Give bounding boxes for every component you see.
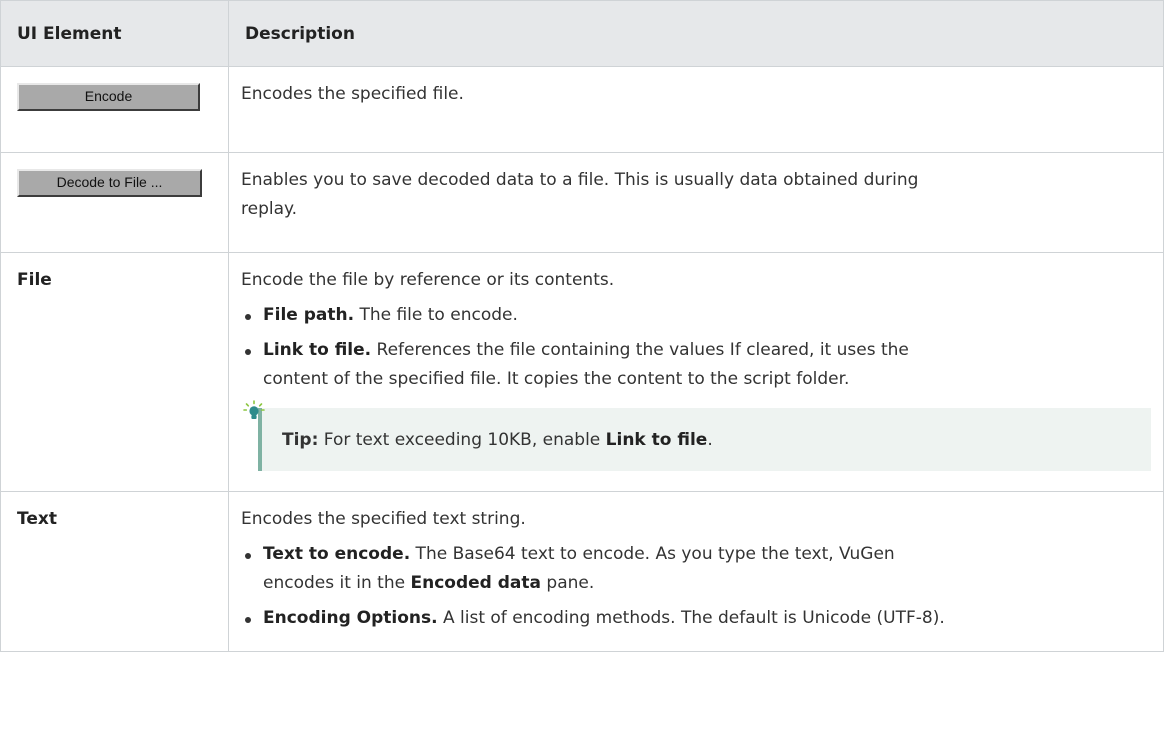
option-list: File path. The file to encode. Link to f…	[241, 301, 1151, 394]
element-label-text: Text	[0, 491, 229, 652]
tip-box: Tip: For text exceeding 10KB, enable Lin…	[258, 408, 1151, 471]
ui-element-table: UI Element Description Encode Encodes th…	[0, 0, 1164, 652]
description-cell: Encodes the specified text string. Text …	[228, 491, 1164, 652]
table-header-row: UI Element Description	[0, 0, 1164, 67]
table-row-file: File Encode the file by reference or its…	[0, 252, 1164, 492]
list-item-encoding-options: Encoding Options. A list of encoding met…	[241, 604, 1151, 633]
list-item-file-path: File path. The file to encode.	[241, 301, 1151, 330]
term: Link to file.	[263, 340, 372, 360]
list-item-link-to-file: Link to file. References the file contai…	[241, 336, 1151, 394]
tip-emphasis: Link to file	[605, 430, 708, 450]
header-ui-element: UI Element	[0, 0, 229, 67]
term: Encoding Options.	[263, 608, 438, 628]
term-desc-cont: content of the specified file. It copies…	[263, 369, 850, 389]
description-text-line2: replay.	[241, 199, 298, 219]
description-text-line1: Enables you to save decoded data to a fi…	[241, 170, 919, 190]
lightbulb-icon	[243, 400, 265, 422]
table-row-decode: Decode to File ... Enables you to save d…	[0, 152, 1164, 253]
option-list: Text to encode. The Base64 text to encod…	[241, 540, 1151, 633]
description-text: Encodes the specified file.	[241, 84, 464, 104]
tip-text: For text exceeding 10KB, enable	[318, 430, 606, 450]
tip-note: Tip: For text exceeding 10KB, enable Lin…	[241, 400, 1151, 471]
tip-end: .	[707, 430, 713, 450]
description-cell: Encode the file by reference or its cont…	[228, 252, 1164, 492]
term-desc: The file to encode.	[354, 305, 518, 325]
list-item-text-to-encode: Text to encode. The Base64 text to encod…	[241, 540, 1151, 598]
description-intro: Encodes the specified text string.	[241, 509, 526, 529]
term-desc-cont: encodes it in the	[263, 573, 411, 593]
term-emphasis: Encoded data	[410, 573, 542, 593]
description-cell: Enables you to save decoded data to a fi…	[228, 152, 1164, 253]
element-cell: Encode	[0, 66, 229, 153]
term-desc: References the file containing the value…	[371, 340, 909, 360]
term: File path.	[263, 305, 355, 325]
term: Text to encode.	[263, 544, 411, 564]
term-desc-end: pane.	[541, 573, 595, 593]
tip-label: Tip:	[282, 430, 319, 450]
decode-to-file-button[interactable]: Decode to File ...	[17, 169, 202, 197]
term-desc: The Base64 text to encode. As you type t…	[410, 544, 895, 564]
description-cell: Encodes the specified file.	[228, 66, 1164, 153]
element-cell: Decode to File ...	[0, 152, 229, 253]
description-intro: Encode the file by reference or its cont…	[241, 270, 615, 290]
table-row-text: Text Encodes the specified text string. …	[0, 491, 1164, 652]
element-label-file: File	[0, 252, 229, 492]
encode-button[interactable]: Encode	[17, 83, 200, 111]
header-description: Description	[228, 0, 1164, 67]
table-row-encode: Encode Encodes the specified file.	[0, 66, 1164, 153]
term-desc: A list of encoding methods. The default …	[437, 608, 945, 628]
